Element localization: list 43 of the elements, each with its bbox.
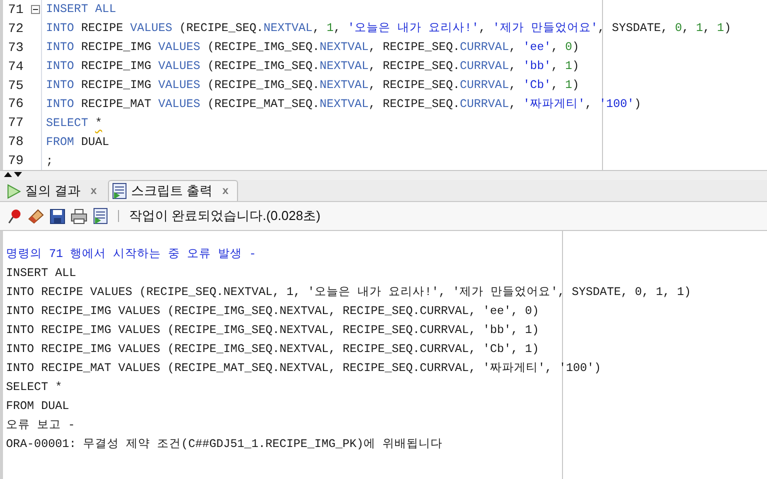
- play-icon: [6, 184, 21, 198]
- output-line: INTO RECIPE_IMG VALUES (RECIPE_IMG_SEQ.NEXTVAL, RECIPE_SEQ.CURRVAL, 'bb', 1): [6, 322, 540, 339]
- output-line: INTO RECIPE_MAT VALUES (RECIPE_MAT_SEQ.NEXTVAL, RECIPE_SEQ.CURRVAL, '짜파게티', '100'): [6, 360, 602, 377]
- code-line: INSERT ALL: [46, 1, 116, 18]
- line-number: 77: [7, 115, 24, 130]
- code-line: INTO RECIPE VALUES (RECIPE_SEQ.NEXTVAL, 1, '오늘은 내가 요리사!', '제가 만들었어요', SYSDATE, 0, 1, 1): [46, 20, 732, 37]
- code-line: SELECT *: [46, 115, 102, 132]
- line-number: 76: [7, 96, 24, 112]
- error-message: 명령의 71 행에서 시작하는 중 오류 발생 -: [6, 246, 256, 263]
- eraser-icon[interactable]: [28, 208, 44, 224]
- line-number: 74: [7, 58, 24, 74]
- code-line: FROM DUAL: [46, 134, 110, 151]
- splitter-arrows-icon[interactable]: [3, 171, 23, 178]
- line-number: 73: [7, 40, 24, 55]
- script-icon: [112, 183, 127, 199]
- save-icon[interactable]: [50, 208, 65, 224]
- code-line: INTO RECIPE_IMG VALUES (RECIPE_IMG_SEQ.NEXTVAL, RECIPE_SEQ.CURRVAL, 'bb', 1): [46, 58, 580, 75]
- line-number: 78: [7, 134, 24, 150]
- print-icon[interactable]: [71, 208, 87, 224]
- output-line: SELECT *: [6, 379, 62, 396]
- output-line: ORA-00001: 무결성 제약 조건(C##GDJ51_1.RECIPE_IMG_PK)에 위배됩니다: [6, 436, 443, 453]
- collapse-icon[interactable]: [31, 4, 40, 14]
- panel-tab[interactable]: 스크립트 출력 x: [108, 180, 238, 201]
- output-line: FROM DUAL: [6, 398, 70, 415]
- code-line: INTO RECIPE_IMG VALUES (RECIPE_IMG_SEQ.NEXTVAL, RECIPE_SEQ.CURRVAL, 'ee', 0): [46, 39, 580, 56]
- pin-icon[interactable]: [6, 208, 22, 224]
- code-line: ;: [46, 153, 54, 170]
- output-line: INSERT ALL: [6, 265, 76, 282]
- line-number: 75: [7, 78, 24, 92]
- output-line: INTO RECIPE_IMG VALUES (RECIPE_IMG_SEQ.NEXTVAL, RECIPE_SEQ.CURRVAL, 'ee', 0): [6, 303, 540, 320]
- panel-tab[interactable]: 질의 결과 x: [2, 180, 106, 201]
- run-script-icon[interactable]: [93, 208, 108, 224]
- close-icon[interactable]: x: [90, 185, 97, 197]
- code-line: INTO RECIPE_MAT VALUES (RECIPE_MAT_SEQ.NEXTVAL, RECIPE_SEQ.CURRVAL, '짜파게티', '100'): [46, 96, 642, 113]
- status-text: 작업이 완료되었습니다.(0.028초): [129, 207, 320, 225]
- line-number: 79: [7, 153, 24, 168]
- output-line: 오류 보고 -: [6, 417, 76, 434]
- output-line: INTO RECIPE_IMG VALUES (RECIPE_IMG_SEQ.NEXTVAL, RECIPE_SEQ.CURRVAL, 'Cb', 1): [6, 341, 540, 358]
- close-icon[interactable]: x: [222, 185, 228, 197]
- line-number: 71: [7, 2, 24, 17]
- output-line: INTO RECIPE VALUES (RECIPE_SEQ.NEXTVAL, 1, '오늘은 내가 요리사!', '제가 만들었어요', SYSDATE, 0, 1, 1): [6, 284, 691, 301]
- code-line: INTO RECIPE_IMG VALUES (RECIPE_IMG_SEQ.NEXTVAL, RECIPE_SEQ.CURRVAL, 'Cb', 1): [46, 77, 580, 94]
- line-number: 72: [7, 20, 24, 36]
